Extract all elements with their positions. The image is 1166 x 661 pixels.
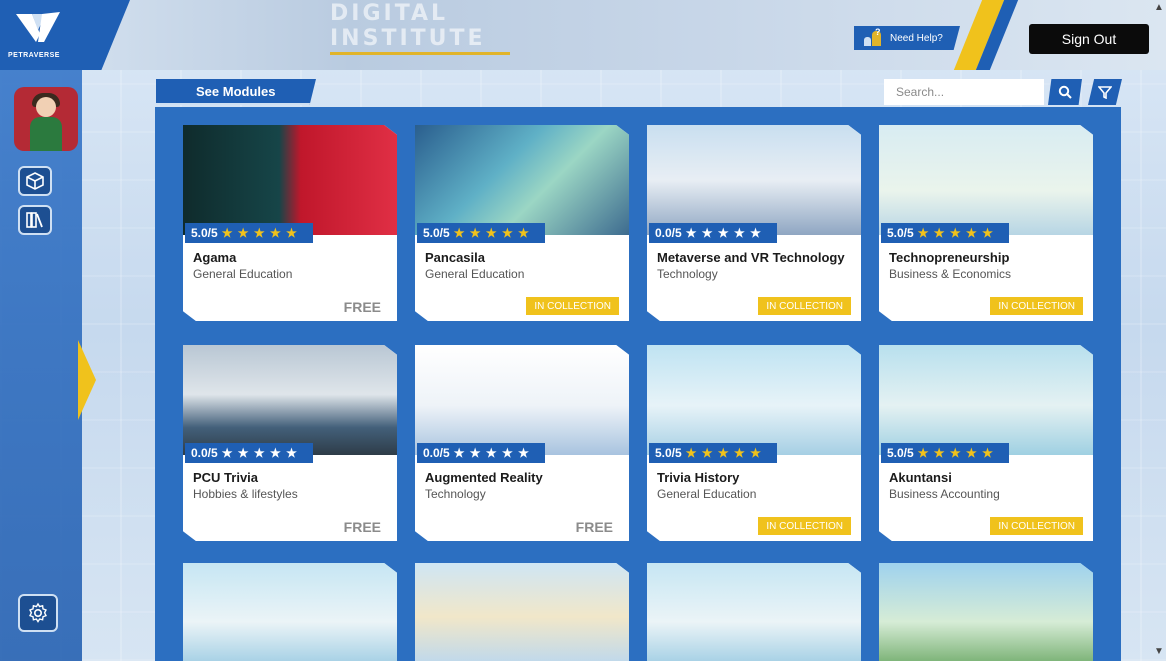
settings-button[interactable]: [18, 594, 58, 632]
sign-out-button[interactable]: Sign Out: [1029, 24, 1149, 54]
avatar[interactable]: [14, 87, 78, 151]
module-title: Akuntansi: [889, 470, 952, 485]
search-button[interactable]: [1048, 79, 1082, 105]
need-help-label: Need Help?: [890, 32, 943, 44]
module-card-agama[interactable]: 5.0/5 ★ ★ ★ ★ ★ Agama General Education F…: [183, 125, 397, 321]
status-badge: IN COLLECTION: [526, 297, 619, 315]
module-card-pcu-trivia[interactable]: 0.0/5 ★ ★ ★ ★ ★ PCU Trivia Hobbies & life…: [183, 345, 397, 541]
module-title: Trivia History: [657, 470, 740, 485]
status-badge: IN COLLECTION: [758, 297, 851, 315]
module-title: PCU Trivia: [193, 470, 259, 485]
logo-mark-icon: [16, 12, 60, 42]
module-card-augmented-reality[interactable]: 0.0/5 ★ ★ ★ ★ ★ Augmented Reality Technol…: [415, 345, 629, 541]
module-image: [183, 563, 397, 661]
module-image: [879, 563, 1093, 661]
rating-badge: 0.0/5 ★ ★ ★ ★ ★: [417, 443, 545, 463]
module-category: Business & Economics: [889, 267, 1012, 281]
module-card-metaverse[interactable]: 0.0/5 ★ ★ ★ ★ ★ Metaverse and VR Technolo…: [647, 125, 861, 321]
rating-badge: 5.0/5 ★ ★ ★ ★ ★: [881, 223, 1009, 243]
star-icons: ★ ★ ★ ★ ★: [685, 226, 762, 240]
library-nav-button[interactable]: [18, 205, 52, 235]
star-icons: ★ ★ ★ ★ ★: [453, 226, 530, 240]
scroll-down-arrow-icon[interactable]: ▼: [1154, 646, 1164, 657]
gear-icon: [29, 602, 47, 623]
status-badge: IN COLLECTION: [990, 517, 1083, 535]
filter-icon: [1098, 86, 1112, 99]
module-image: [415, 345, 629, 455]
module-category: Technology: [425, 487, 486, 501]
module-card-row3-2[interactable]: [415, 563, 629, 661]
module-category: Hobbies & lifestyles: [193, 487, 298, 501]
banner-sign: DIGITAL INSTITUTE: [330, 0, 510, 55]
need-help-button[interactable]: ? Need Help?: [854, 26, 960, 50]
status-badge: IN COLLECTION: [758, 517, 851, 535]
star-icons: ★ ★ ★ ★ ★: [917, 226, 994, 240]
module-category: General Education: [425, 267, 525, 281]
star-icons: ★ ★ ★ ★ ★: [917, 446, 994, 460]
rating-badge: 0.0/5 ★ ★ ★ ★ ★: [185, 443, 313, 463]
help-people-icon: ?: [862, 27, 882, 47]
star-icons: ★ ★ ★ ★ ★: [685, 446, 762, 460]
star-icons: ★ ★ ★ ★ ★: [453, 446, 530, 460]
library-icon: [26, 212, 43, 228]
box-3d-icon: [26, 172, 44, 190]
module-image: [415, 125, 629, 235]
module-card-row3-1[interactable]: [183, 563, 397, 661]
module-image: [647, 125, 861, 235]
see-modules-tab[interactable]: See Modules: [156, 79, 316, 105]
module-title: Agama: [193, 250, 237, 265]
module-title: Technopreneurship: [889, 250, 1010, 265]
module-category: Technology: [657, 267, 718, 281]
module-category: General Education: [193, 267, 293, 281]
status-badge: FREE: [343, 519, 381, 535]
star-icons: ★ ★ ★ ★ ★: [221, 226, 298, 240]
module-title: Pancasila: [425, 250, 485, 265]
search-icon: [1058, 85, 1072, 99]
status-badge: FREE: [575, 519, 613, 535]
modules-nav-button[interactable]: [18, 166, 52, 196]
module-card-akuntansi[interactable]: 5.0/5 ★ ★ ★ ★ ★ Akuntansi Business Accoun…: [879, 345, 1093, 541]
module-image: [183, 345, 397, 455]
module-image: [879, 125, 1093, 235]
rating-badge: 5.0/5 ★ ★ ★ ★ ★: [417, 223, 545, 243]
module-card-row3-3[interactable]: [647, 563, 861, 661]
search-input[interactable]: [884, 79, 1044, 105]
rating-badge: 5.0/5 ★ ★ ★ ★ ★: [649, 443, 777, 463]
star-icons: ★ ★ ★ ★ ★: [221, 446, 298, 460]
scroll-up-arrow-icon[interactable]: ▲: [1154, 2, 1164, 13]
module-image: [647, 563, 861, 661]
module-card-trivia-history[interactable]: 5.0/5 ★ ★ ★ ★ ★ Trivia History General Ed…: [647, 345, 861, 541]
module-title: Metaverse and VR Technology: [657, 250, 845, 265]
rating-badge: 0.0/5 ★ ★ ★ ★ ★: [649, 223, 777, 243]
module-card-technopreneurship[interactable]: 5.0/5 ★ ★ ★ ★ ★ Technopreneurship Busines…: [879, 125, 1093, 321]
module-card-row3-4[interactable]: [879, 563, 1093, 661]
rating-badge: 5.0/5 ★ ★ ★ ★ ★: [185, 223, 313, 243]
module-category: Business Accounting: [889, 487, 1000, 501]
logo-text: PETRAVERSE: [8, 52, 60, 59]
module-title: Augmented Reality: [425, 470, 543, 485]
module-image: [415, 563, 629, 661]
module-image: [183, 125, 397, 235]
status-badge: FREE: [343, 299, 381, 315]
module-image: [879, 345, 1093, 455]
module-card-pancasila[interactable]: 5.0/5 ★ ★ ★ ★ ★ Pancasila General Educati…: [415, 125, 629, 321]
module-image: [647, 345, 861, 455]
rating-badge: 5.0/5 ★ ★ ★ ★ ★: [881, 443, 1009, 463]
module-category: General Education: [657, 487, 757, 501]
status-badge: IN COLLECTION: [990, 297, 1083, 315]
